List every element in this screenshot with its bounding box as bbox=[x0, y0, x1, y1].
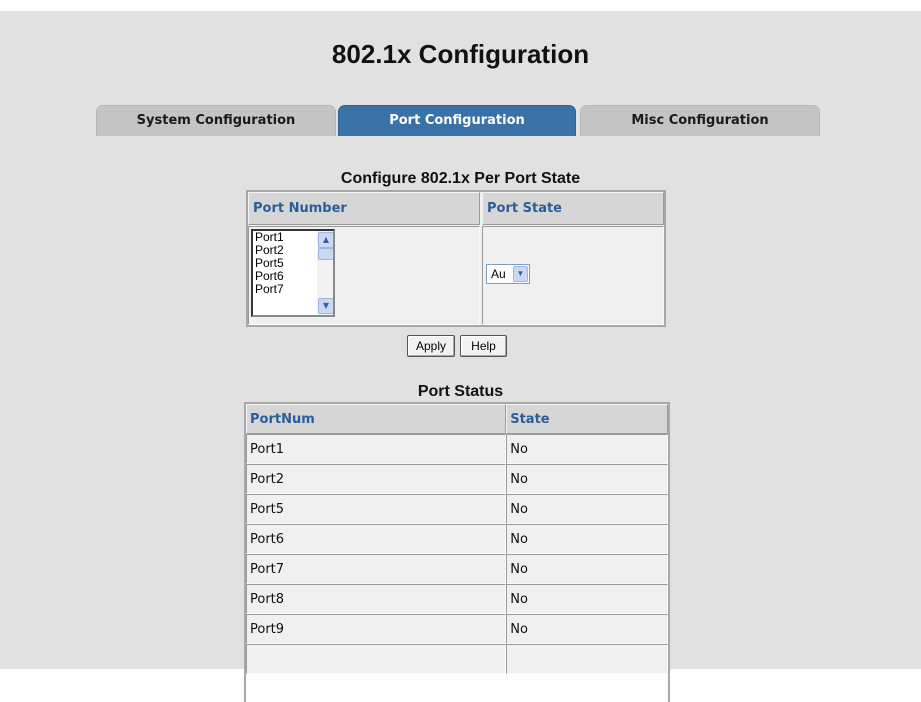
port-state-header: Port State bbox=[482, 192, 664, 225]
port-cell: Port2 bbox=[246, 464, 507, 494]
scrollbar-thumb[interactable] bbox=[318, 248, 333, 260]
listbox-scrollbar[interactable]: ▲ ▼ bbox=[317, 231, 333, 315]
port-cell: Port7 bbox=[246, 554, 507, 584]
port-number-header: Port Number bbox=[248, 192, 480, 225]
state-cell: No bbox=[506, 494, 668, 524]
port-cell: Port8 bbox=[246, 584, 507, 614]
state-cell: No bbox=[506, 434, 668, 464]
table-row bbox=[246, 644, 668, 674]
page-title: 802.1x Configuration bbox=[331, 39, 590, 69]
port-cell: Port6 bbox=[246, 524, 507, 554]
chevron-up-icon[interactable]: ▲ bbox=[318, 232, 333, 248]
port-state-value: Au bbox=[491, 267, 506, 281]
port-state-select[interactable]: Au ▼ bbox=[486, 264, 530, 284]
state-cell: No bbox=[506, 584, 668, 614]
table-row: Port7 No bbox=[246, 554, 668, 584]
port-status-title: Port Status bbox=[417, 383, 504, 400]
port-status-table: PortNum State Port1 No Port2 No Port5 No… bbox=[246, 404, 668, 674]
table-row: Port1 No bbox=[246, 434, 668, 464]
tab-port-configuration[interactable]: Port Configuration bbox=[338, 105, 576, 136]
state-cell: No bbox=[506, 524, 668, 554]
port-cell: Port1 bbox=[246, 434, 507, 464]
portnum-header: PortNum bbox=[246, 404, 507, 434]
table-header-row: PortNum State bbox=[246, 404, 668, 434]
state-header: State bbox=[506, 404, 668, 434]
apply-button[interactable]: Apply bbox=[407, 335, 455, 357]
state-cell: No bbox=[506, 554, 668, 584]
table-row: Port8 No bbox=[246, 584, 668, 614]
table-row: Port6 No bbox=[246, 524, 668, 554]
help-button[interactable]: Help bbox=[460, 335, 507, 357]
per-port-section-title: Configure 802.1x Per Port State bbox=[340, 170, 581, 187]
port-cell: Port5 bbox=[246, 494, 507, 524]
chevron-down-icon[interactable]: ▼ bbox=[513, 266, 528, 282]
state-cell bbox=[506, 644, 668, 674]
state-cell: No bbox=[506, 614, 668, 644]
tab-misc-configuration[interactable]: Misc Configuration bbox=[580, 105, 820, 136]
state-cell: No bbox=[506, 464, 668, 494]
table-row: Port5 No bbox=[246, 494, 668, 524]
port-cell: Port9 bbox=[246, 614, 507, 644]
chevron-down-icon[interactable]: ▼ bbox=[318, 298, 333, 314]
port-number-listbox[interactable]: Port1 Port2 Port5 Port6 Port7 ▲ ▼ bbox=[251, 229, 335, 317]
table-row: Port2 No bbox=[246, 464, 668, 494]
table-row: Port9 No bbox=[246, 614, 668, 644]
port-cell bbox=[246, 644, 507, 674]
tab-system-configuration[interactable]: System Configuration bbox=[96, 105, 336, 136]
